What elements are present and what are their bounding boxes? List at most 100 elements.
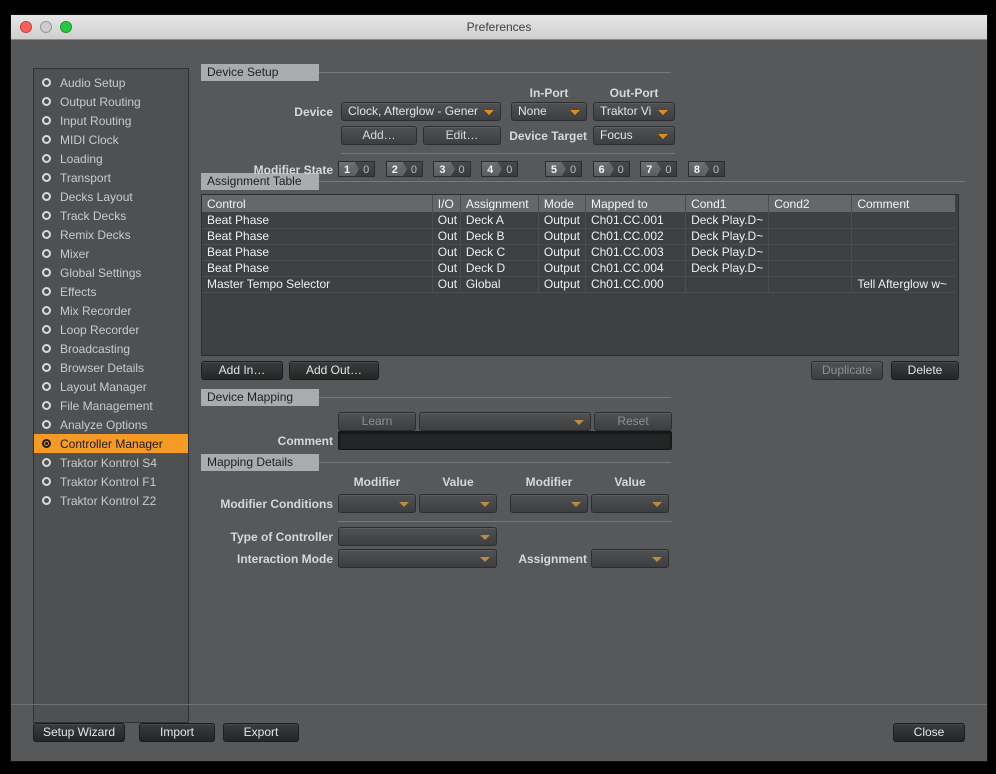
column-header-control[interactable]: Control [202,195,433,212]
sidebar-item-layout-manager[interactable]: Layout Manager [34,377,188,396]
export-button[interactable]: Export [223,723,299,742]
add-device-button[interactable]: Add… [341,126,417,145]
table-row[interactable]: Beat Phase Out Deck D Output Ch01.CC.004… [202,260,958,277]
modifier-number: 7 [640,161,662,177]
learn-button[interactable]: Learn [338,412,416,431]
modifier-state-2[interactable]: 20 [385,161,423,177]
add-in-button[interactable]: Add In… [201,361,283,380]
interaction-mode-dropdown[interactable] [338,549,497,568]
in-port-dropdown[interactable]: None [511,102,587,121]
preferences-window: Preferences Audio Setup Output Routing I… [10,14,988,762]
sidebar-item-input-routing[interactable]: Input Routing [34,111,188,130]
sidebar-item-loop-recorder[interactable]: Loop Recorder [34,320,188,339]
modifier-state-5[interactable]: 50 [544,161,583,177]
cell-control: Beat Phase [202,228,433,245]
divider [341,153,675,154]
column-header-mapped-to[interactable]: Mapped to [585,195,687,212]
modifier-1-dropdown[interactable] [338,494,416,513]
column-header-mode[interactable]: Mode [538,195,586,212]
sidebar-item-file-management[interactable]: File Management [34,396,188,415]
sidebar-item-traktor-kontrol-f1[interactable]: Traktor Kontrol F1 [34,472,188,491]
reset-button[interactable]: Reset [594,412,672,431]
modifier-state-3[interactable]: 30 [433,161,471,177]
sidebar-item-traktor-kontrol-z2[interactable]: Traktor Kontrol Z2 [34,491,188,510]
modifier-state-7[interactable]: 70 [640,161,678,177]
out-port-dropdown[interactable]: Traktor Vi [593,102,675,121]
table-row[interactable]: Master Tempo Selector Out Global Output … [202,276,958,293]
sidebar-item-decks-layout[interactable]: Decks Layout [34,187,188,206]
modifier-state-6[interactable]: 60 [592,161,630,177]
import-button[interactable]: Import [139,723,215,742]
cell-mode: Output [538,228,586,245]
device-target-dropdown[interactable]: Focus [593,126,675,145]
learn-label: Learn [361,414,393,428]
radio-icon [42,154,51,163]
setup-wizard-button[interactable]: Setup Wizard [33,723,125,742]
value-2-dropdown[interactable] [591,494,669,513]
add-out-button[interactable]: Add Out… [289,361,379,380]
sidebar-item-effects[interactable]: Effects [34,282,188,301]
radio-icon [42,363,51,372]
sidebar-item-mixer[interactable]: Mixer [34,244,188,263]
device-mapping-title: Device Mapping [201,389,319,406]
sidebar-item-loading[interactable]: Loading [34,149,188,168]
sidebar-item-audio-setup[interactable]: Audio Setup [34,73,188,92]
sidebar-item-global-settings[interactable]: Global Settings [34,263,188,282]
comment-input[interactable] [338,431,672,450]
duplicate-button[interactable]: Duplicate [811,361,883,380]
cell-cond1: Deck Play.D~ [685,212,770,229]
sidebar-item-label: Browser Details [60,360,145,375]
modifier-state-1[interactable]: 10 [338,161,376,177]
sidebar-item-midi-clock[interactable]: MIDI Clock [34,130,188,149]
edit-device-button[interactable]: Edit… [423,126,501,145]
comment-label: Comment [277,434,333,448]
duplicate-label: Duplicate [821,363,873,377]
close-button[interactable]: Close [893,723,965,742]
learn-assignment-dropdown[interactable] [419,412,591,431]
modifier-header-1: Modifier [353,475,401,489]
type-of-controller-dropdown[interactable] [338,527,497,546]
assignment-table[interactable]: Control I/O Assignment Mode Mapped to Co… [201,194,959,356]
table-row[interactable]: Beat Phase Out Deck C Output Ch01.CC.003… [202,244,958,261]
sidebar-item-label: Loading [60,151,103,166]
window-body: Audio Setup Output Routing Input Routing… [11,40,987,761]
sidebar-item-mix-recorder[interactable]: Mix Recorder [34,301,188,320]
sidebar-item-traktor-kontrol-s4[interactable]: Traktor Kontrol S4 [34,453,188,472]
column-header-cond1[interactable]: Cond1 [685,195,770,212]
cell-mapped-to: Ch01.CC.002 [585,228,687,245]
table-row[interactable]: Beat Phase Out Deck B Output Ch01.CC.002… [202,228,958,245]
radio-icon [42,230,51,239]
sidebar-item-transport[interactable]: Transport [34,168,188,187]
sidebar-item-track-decks[interactable]: Track Decks [34,206,188,225]
radio-icon [42,496,51,505]
modifier-number: 8 [687,161,710,177]
sidebar-item-output-routing[interactable]: Output Routing [34,92,188,111]
column-header-assignment[interactable]: Assignment [460,195,539,212]
preferences-sidebar[interactable]: Audio Setup Output Routing Input Routing… [33,68,189,723]
cell-mapped-to: Ch01.CC.003 [585,244,687,261]
device-dropdown[interactable]: Clock, Afterglow - Gener [341,102,501,121]
out-port-header: Out-Port [609,86,659,100]
modifier-2-dropdown[interactable] [510,494,588,513]
cell-cond1: Deck Play.D~ [685,228,770,245]
sidebar-item-controller-manager[interactable]: Controller Manager [34,434,188,453]
sidebar-item-broadcasting[interactable]: Broadcasting [34,339,188,358]
column-header-cond2[interactable]: Cond2 [768,195,853,212]
sidebar-item-remix-decks[interactable]: Remix Decks [34,225,188,244]
radio-icon [42,306,51,315]
cell-cond1: Deck Play.D~ [685,244,770,261]
delete-button[interactable]: Delete [891,361,959,380]
column-header-comment[interactable]: Comment [851,195,958,212]
cell-assignment: Deck A [460,212,539,229]
assignment-dropdown[interactable] [591,549,669,568]
footer-bar: Setup Wizard Import Export Close [11,704,987,761]
table-row[interactable]: Beat Phase Out Deck A Output Ch01.CC.001… [202,212,958,229]
column-header-io[interactable]: I/O [432,195,461,212]
modifier-state-8[interactable]: 80 [687,161,726,177]
sidebar-item-browser-details[interactable]: Browser Details [34,358,188,377]
table-scrollbar[interactable] [955,195,958,355]
sidebar-item-analyze-options[interactable]: Analyze Options [34,415,188,434]
divider [319,181,965,182]
modifier-state-4[interactable]: 40 [481,161,519,177]
value-1-dropdown[interactable] [419,494,497,513]
